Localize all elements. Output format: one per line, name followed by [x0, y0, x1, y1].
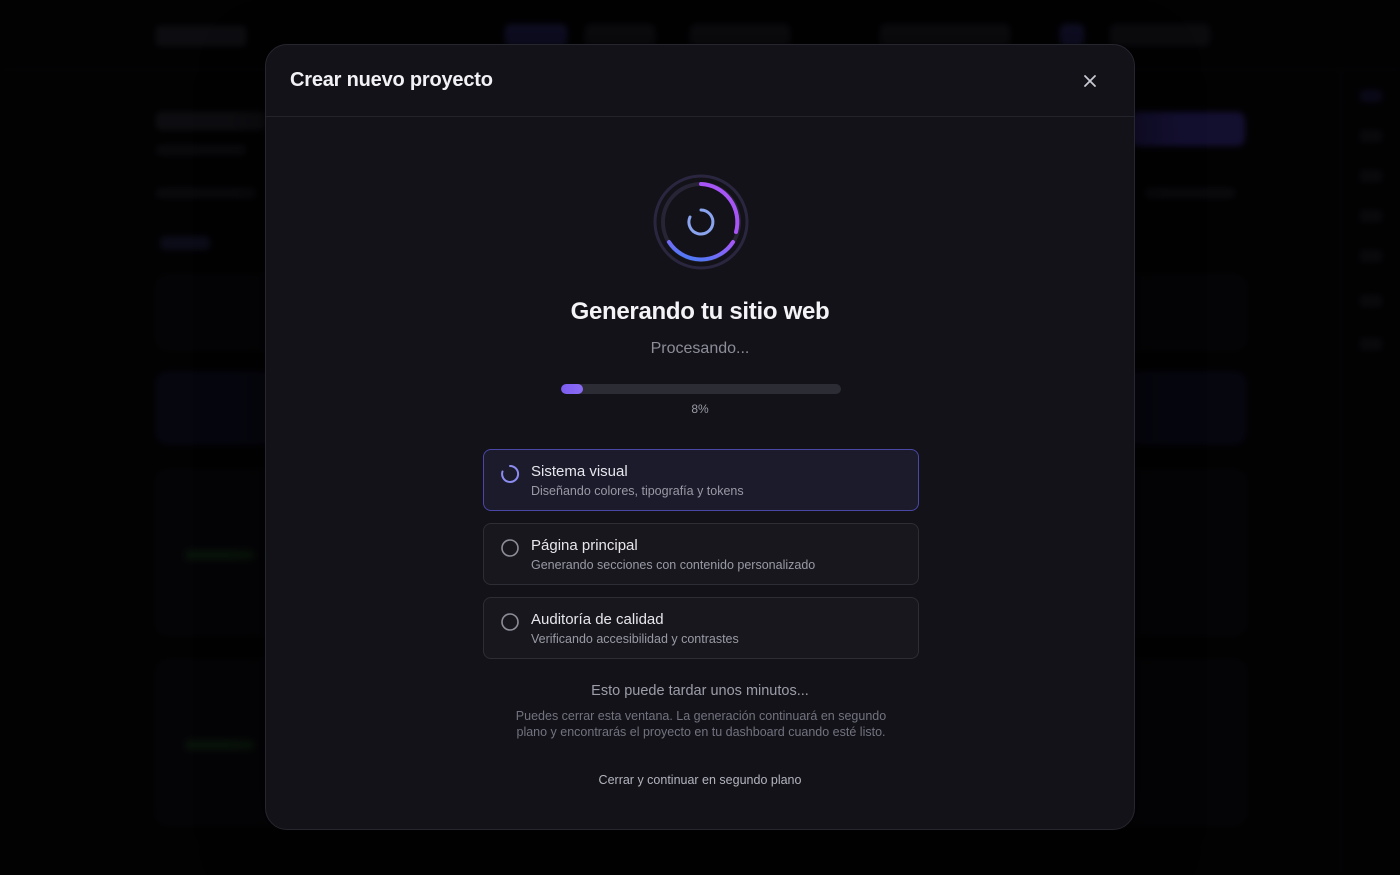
progress-percent: 8%: [691, 402, 709, 416]
step-title: Auditoría de calidad: [531, 611, 664, 628]
generation-status: Procesando...: [650, 340, 750, 357]
progress-bar: [561, 384, 841, 394]
circle-icon: [501, 539, 519, 557]
modal-header: Crear nuevo proyecto: [266, 45, 1134, 117]
circle-icon: [501, 613, 519, 631]
step-quality-audit: Auditoría de calidad Verificando accesib…: [483, 597, 919, 659]
close-button[interactable]: [1076, 67, 1104, 95]
close-icon: [1084, 75, 1096, 87]
spinner-icon: [653, 174, 749, 270]
continue-in-background-button[interactable]: Cerrar y continuar en segundo plano: [266, 773, 1134, 787]
step-title: Página principal: [531, 537, 638, 554]
step-visual-system: Sistema visual Diseñando colores, tipogr…: [483, 449, 919, 511]
generation-heading: Generando tu sitio web: [570, 298, 830, 325]
step-description: Generando secciones con contenido person…: [531, 558, 816, 572]
progress-bar-fill: [561, 384, 584, 394]
background-info-text: Puedes cerrar esta ventana. La generació…: [515, 709, 887, 739]
generation-steps: Sistema visual Diseñando colores, tipogr…: [483, 449, 919, 671]
progress-spinner: [651, 172, 751, 272]
wait-note: Esto puede tardar unos minutos...: [591, 683, 809, 699]
spinner-icon: [501, 464, 520, 483]
create-project-modal: Crear nuevo proyecto Generando tu sitio …: [265, 44, 1135, 830]
step-description: Diseñando colores, tipografía y tokens: [531, 484, 744, 498]
step-home-page: Página principal Generando secciones con…: [483, 523, 919, 585]
step-title: Sistema visual: [531, 463, 628, 480]
step-description: Verificando accesibilidad y contrastes: [531, 632, 739, 646]
modal-title: Crear nuevo proyecto: [290, 69, 493, 91]
